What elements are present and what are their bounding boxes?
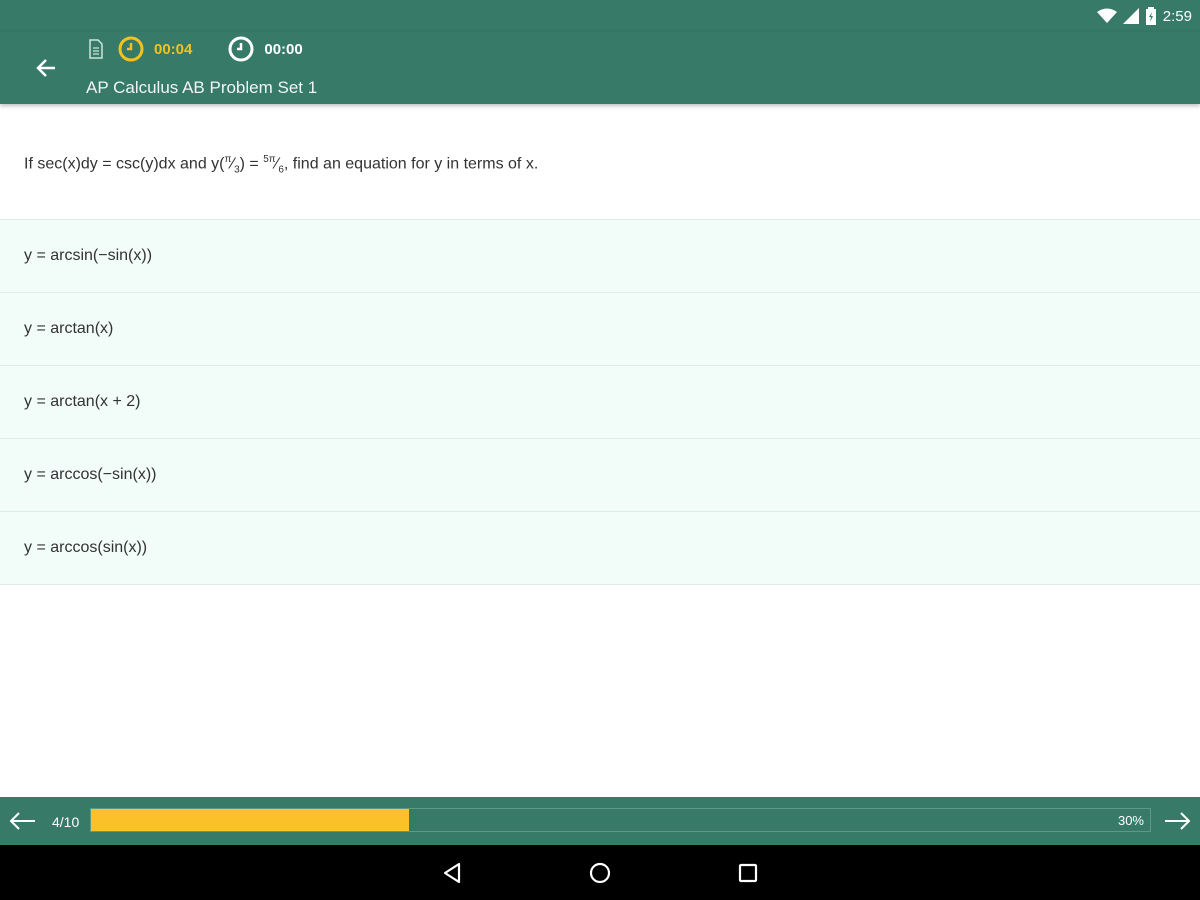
progress-bar-area: 4/10 30% [0, 797, 1200, 845]
answer-list: y = arcsin(−sin(x)) y = arctan(x) y = ar… [0, 219, 1200, 585]
answer-text: y = arccos(sin(x)) [24, 539, 148, 556]
question-timer: 00:04 [118, 36, 192, 62]
answer-text: y = arctan(x + 2) [24, 393, 141, 410]
clock-icon [228, 36, 254, 62]
answer-option[interactable]: y = arcsin(−sin(x)) [0, 220, 1200, 293]
battery-icon [1145, 7, 1156, 25]
answer-text: y = arctan(x) [24, 320, 114, 337]
progress-percent: 30% [1117, 813, 1144, 828]
question-arg-numerator: π [224, 154, 232, 165]
question-timer-value: 00:04 [154, 40, 193, 58]
status-bar: 2:59 [0, 0, 1200, 32]
page-count: 4/10 [52, 814, 80, 830]
answer-text: y = arccos(−sin(x)) [24, 466, 157, 483]
question-prefix: If sec(x)dy = csc(y)dx and y( [24, 155, 225, 173]
cell-signal-icon [1122, 8, 1139, 24]
question-text: If sec(x)dy = csc(y)dx and y(π⁄3) = 5π⁄6… [24, 154, 539, 176]
next-question-button[interactable] [1162, 809, 1192, 833]
timers: 00:04 00:00 [88, 36, 303, 62]
status-time: 2:59 [1162, 7, 1192, 25]
question-value-numerator: 5π [263, 154, 276, 165]
arrow-right-icon [1165, 812, 1191, 830]
clock-icon [118, 36, 144, 62]
answer-text: y = arcsin(−sin(x)) [24, 247, 153, 264]
page-title: AP Calculus AB Problem Set 1 [86, 78, 318, 97]
status-icons: 2:59 [1096, 5, 1192, 27]
square-recents-icon [738, 863, 758, 882]
progress-track: 30% [90, 808, 1151, 832]
wifi-icon [1096, 8, 1117, 23]
document-icon[interactable] [88, 39, 104, 59]
circle-home-icon [589, 862, 611, 883]
answer-option[interactable]: y = arccos(−sin(x)) [0, 439, 1200, 512]
nav-recents-button[interactable] [734, 859, 762, 887]
total-timer-value: 00:00 [264, 40, 303, 58]
question-equals: ) = [239, 155, 264, 173]
system-nav-bar [0, 845, 1200, 900]
app-bar: 00:04 00:00 AP Calculus AB Problem Set 1 [0, 32, 1200, 104]
arrow-back-icon [36, 59, 55, 77]
nav-back-button[interactable] [438, 859, 466, 887]
progress-fill [91, 809, 409, 831]
total-timer: 00:00 [228, 36, 303, 62]
answer-option[interactable]: y = arctan(x + 2) [0, 366, 1200, 439]
answer-option[interactable]: y = arccos(sin(x)) [0, 512, 1200, 585]
nav-home-button[interactable] [586, 859, 614, 887]
back-button[interactable] [28, 52, 64, 84]
answer-option[interactable]: y = arctan(x) [0, 293, 1200, 366]
previous-question-button[interactable] [8, 809, 38, 833]
question-suffix: , find an equation for y in terms of x. [283, 155, 539, 173]
arrow-left-icon [9, 812, 35, 830]
triangle-back-icon [443, 862, 461, 883]
